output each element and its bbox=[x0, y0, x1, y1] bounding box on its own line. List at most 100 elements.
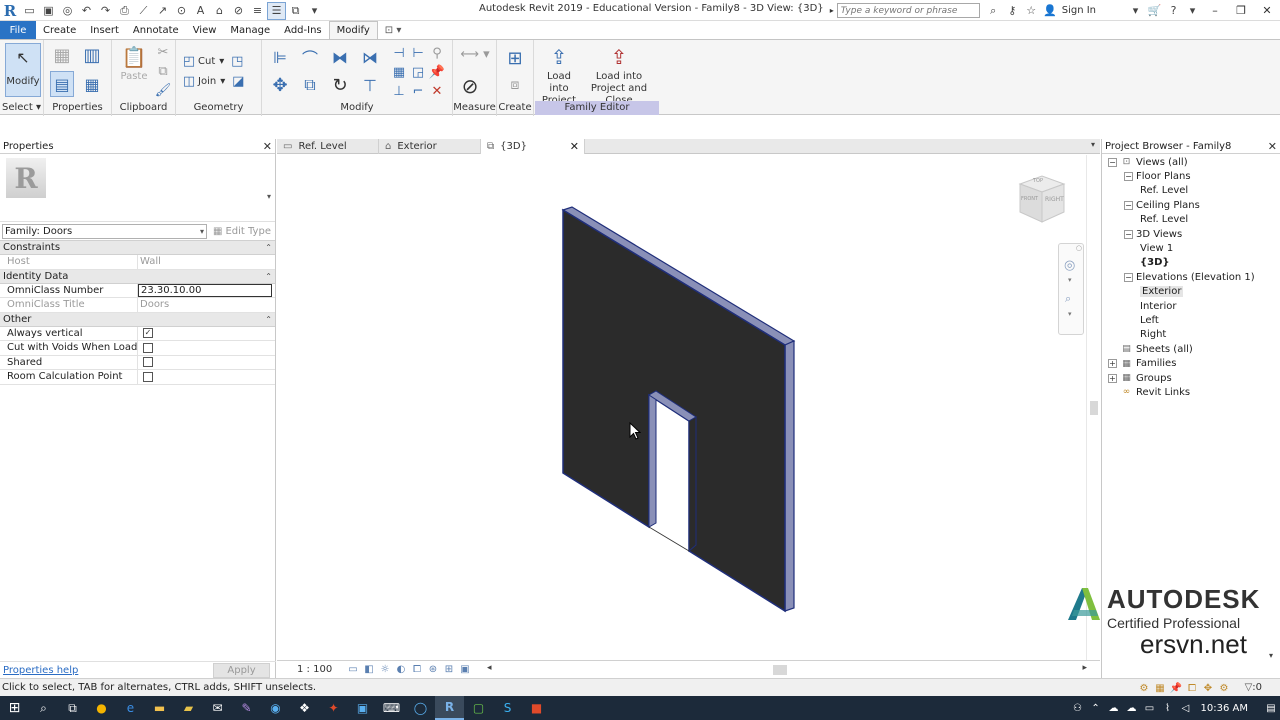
checkbox[interactable] bbox=[143, 371, 153, 382]
trim-multiple-icon[interactable]: ⊥ bbox=[390, 82, 408, 100]
array-icon[interactable]: ▦ bbox=[390, 63, 408, 81]
checkbox[interactable] bbox=[143, 357, 153, 368]
sign-in-dropdown-icon[interactable]: ▾ bbox=[1126, 1, 1145, 20]
match-properties-icon[interactable]: 🖌 bbox=[154, 81, 172, 99]
split-element-icon[interactable]: ⊣ bbox=[390, 44, 408, 62]
split-gap-icon[interactable]: ⊢ bbox=[409, 44, 427, 62]
section-icon[interactable]: ⊘ bbox=[229, 2, 248, 20]
select-pinned-icon[interactable]: 📌 bbox=[1168, 680, 1184, 696]
prop-row[interactable]: Shared bbox=[0, 355, 275, 370]
tree-node[interactable]: {3D} bbox=[1102, 256, 1280, 270]
file-explorer-icon[interactable]: ▬ bbox=[145, 696, 174, 720]
qat-dropdown-icon[interactable]: ▾ bbox=[305, 2, 324, 20]
project-browser-scrollbar[interactable]: ▾ bbox=[1266, 155, 1280, 660]
user-icon[interactable]: 👤 bbox=[1041, 1, 1060, 20]
tree-node[interactable]: ▤ Sheets (all) bbox=[1102, 342, 1280, 356]
load-into-project-close-button[interactable]: ⇪ Load into Project and Close bbox=[581, 43, 657, 107]
ribbon-options-icon[interactable]: ⊡ ▾ bbox=[378, 21, 409, 39]
mirror-draw-icon[interactable]: ⧒ bbox=[358, 45, 382, 69]
shadows-icon[interactable]: ◐ bbox=[393, 662, 409, 678]
horizontal-scrollbar[interactable]: ◂ ▸ bbox=[487, 663, 1087, 676]
tree-node[interactable]: Left bbox=[1102, 313, 1280, 327]
favorites-star-icon[interactable]: ☆ bbox=[1022, 1, 1041, 20]
tab-3d[interactable]: ⧉ {3D} ✕ bbox=[481, 139, 585, 154]
tab-create[interactable]: Create bbox=[36, 21, 83, 39]
unpin-icon[interactable]: ⚲ bbox=[428, 44, 446, 62]
dimension-icon[interactable]: ↗ bbox=[153, 2, 172, 20]
close-window-button[interactable]: ✕ bbox=[1254, 0, 1280, 21]
tree-node[interactable]: ∞ Revit Links bbox=[1102, 385, 1280, 399]
app-icon[interactable]: ❖ bbox=[290, 696, 319, 720]
subscription-icon[interactable]: ⚷ bbox=[1003, 1, 1022, 20]
select-dropdown[interactable]: Select ▾ bbox=[0, 101, 43, 115]
select-underlay-icon[interactable]: ▦ bbox=[1152, 680, 1168, 696]
volume-icon[interactable]: ◁ bbox=[1177, 703, 1195, 714]
visual-style-icon[interactable]: ◧ bbox=[361, 662, 377, 678]
background-process-icon[interactable]: ⚙ bbox=[1216, 680, 1232, 696]
tab-manage[interactable]: Manage bbox=[223, 21, 277, 39]
mirror-axis-icon[interactable]: ⧓ bbox=[328, 45, 352, 69]
copy-element-icon[interactable]: ⧉ bbox=[298, 73, 322, 97]
network-icon[interactable]: ⌇ bbox=[1159, 703, 1177, 714]
select-by-face-icon[interactable]: ⧠ bbox=[1184, 680, 1200, 696]
modify-button[interactable]: ↖ Modify bbox=[5, 43, 41, 97]
3d-wall-model[interactable] bbox=[277, 155, 1100, 660]
collapse-icon[interactable] bbox=[1108, 388, 1117, 397]
collapse-icon[interactable]: ⌃ bbox=[265, 315, 272, 324]
select-links-icon[interactable]: ⚙ bbox=[1136, 680, 1152, 696]
redo-icon[interactable]: ↷ bbox=[96, 2, 115, 20]
view-tabs-dropdown-icon[interactable]: ▾ bbox=[1091, 140, 1095, 149]
detail-level-icon[interactable]: ▭ bbox=[345, 662, 361, 678]
undo-icon[interactable]: ↶ bbox=[77, 2, 96, 20]
copy-icon[interactable]: ⧉ bbox=[154, 62, 172, 80]
sign-in-link[interactable]: Sign In bbox=[1062, 5, 1096, 16]
battery-icon[interactable]: ▭ bbox=[1141, 703, 1159, 714]
tree-node[interactable]: − ⊡ Views (all) bbox=[1102, 155, 1280, 169]
collapse-icon[interactable]: ⌃ bbox=[265, 243, 272, 252]
3d-view-icon[interactable]: ⌂ bbox=[210, 2, 229, 20]
tree-node[interactable]: Ref. Level bbox=[1102, 213, 1280, 227]
prop-row[interactable]: OmniClass Number 23.30.10.00 bbox=[0, 283, 275, 298]
skype-icon[interactable]: S bbox=[493, 696, 522, 720]
tray-expand-icon[interactable]: ⌃ bbox=[1087, 703, 1105, 714]
task-view-icon[interactable]: ⧉ bbox=[58, 696, 87, 720]
steering-dropdown-icon[interactable]: ▾ bbox=[1068, 276, 1072, 284]
tree-node[interactable]: + ▦ Families bbox=[1102, 356, 1280, 370]
switch-windows-icon[interactable]: ⧉ bbox=[286, 2, 305, 20]
windows-start-icon[interactable]: ⊞ bbox=[0, 696, 29, 720]
aligned-dimension-icon[interactable]: ⊘ bbox=[457, 73, 483, 99]
save-icon[interactable]: ▣ bbox=[39, 2, 58, 20]
close-properties-icon[interactable]: ✕ bbox=[263, 140, 272, 153]
paste-button[interactable]: 📋 Paste bbox=[120, 43, 148, 83]
cloud-icon[interactable]: ☁ bbox=[1105, 703, 1123, 714]
collapse-icon[interactable] bbox=[1108, 345, 1117, 354]
browser-icon[interactable]: ◉ bbox=[261, 696, 290, 720]
move-icon[interactable]: ✥ bbox=[268, 73, 292, 97]
prop-row[interactable]: Room Calculation Point bbox=[0, 370, 275, 385]
collapse-icon[interactable]: − bbox=[1124, 200, 1133, 210]
tab-view[interactable]: View bbox=[186, 21, 224, 39]
type-selector[interactable]: R ▾ bbox=[0, 154, 275, 222]
tab-add-ins[interactable]: Add-Ins bbox=[277, 21, 328, 39]
delete-icon[interactable]: ✕ bbox=[428, 82, 446, 100]
tree-node[interactable]: Ref. Level bbox=[1102, 184, 1280, 198]
binoculars-icon[interactable]: ⌕ bbox=[984, 1, 1003, 20]
tab-file[interactable]: File bbox=[0, 21, 36, 39]
open-icon[interactable]: ▭ bbox=[20, 2, 39, 20]
tab-exterior[interactable]: ⌂ Exterior bbox=[379, 139, 481, 154]
print-icon[interactable]: ⎙ bbox=[115, 2, 134, 20]
scroll-left-icon[interactable]: ◂ bbox=[487, 663, 492, 673]
offset-icon[interactable]: ⌒ bbox=[298, 45, 322, 69]
drag-elements-icon[interactable]: ✥ bbox=[1200, 680, 1216, 696]
collapse-icon[interactable]: − bbox=[1108, 157, 1117, 167]
align-icon[interactable]: ⊫ bbox=[268, 45, 292, 69]
create-similar-icon[interactable]: ⊞ bbox=[502, 45, 528, 71]
prop-group-other[interactable]: Other ⌃ bbox=[0, 312, 275, 327]
steering-wheel-icon[interactable]: ◎ bbox=[1064, 258, 1075, 273]
collapse-icon[interactable]: − bbox=[1124, 172, 1133, 182]
tree-node[interactable]: − Ceiling Plans bbox=[1102, 198, 1280, 212]
tab-insert[interactable]: Insert bbox=[83, 21, 126, 39]
help-search-input[interactable] bbox=[836, 3, 980, 18]
prop-group-identity-data[interactable]: Identity Data ⌃ bbox=[0, 269, 275, 284]
minimize-button[interactable]: – bbox=[1202, 0, 1228, 21]
